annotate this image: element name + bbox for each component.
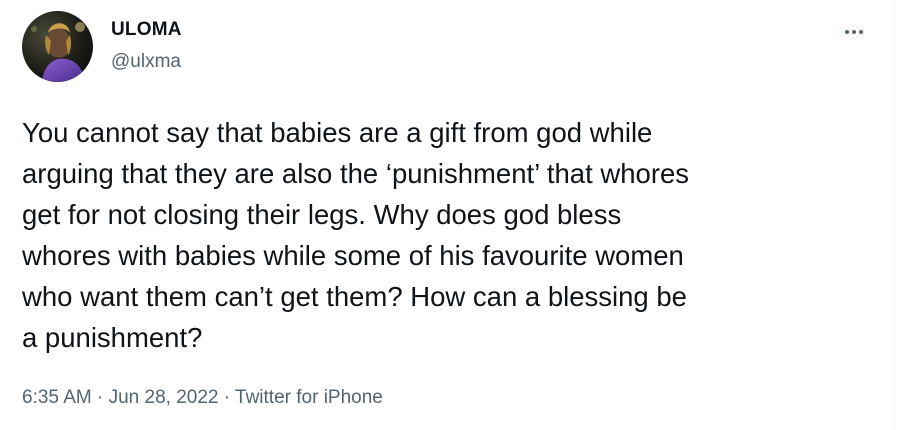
tweet-text: You cannot say that babies are a gift fr… xyxy=(22,117,690,353)
tweet-date[interactable]: Jun 28, 2022 xyxy=(109,387,219,408)
tweet-time[interactable]: 6:35 AM xyxy=(22,387,92,408)
tweet-metadata: 6:35 AM · Jun 28, 2022 · Twitter for iPh… xyxy=(22,387,383,409)
author-display-name[interactable]: ULOMA xyxy=(111,19,182,41)
profile-photo-icon xyxy=(22,11,93,82)
avatar[interactable] xyxy=(22,11,93,82)
tweet-card: ULOMA @ulxma You cannot say that babies … xyxy=(0,0,895,430)
author-handle[interactable]: @ulxma xyxy=(111,51,181,73)
more-options-button[interactable] xyxy=(838,16,870,48)
more-horizontal-icon xyxy=(845,30,863,34)
separator: · xyxy=(97,387,104,408)
separator: · xyxy=(223,387,231,408)
tweet-source[interactable]: Twitter for iPhone xyxy=(235,387,383,408)
